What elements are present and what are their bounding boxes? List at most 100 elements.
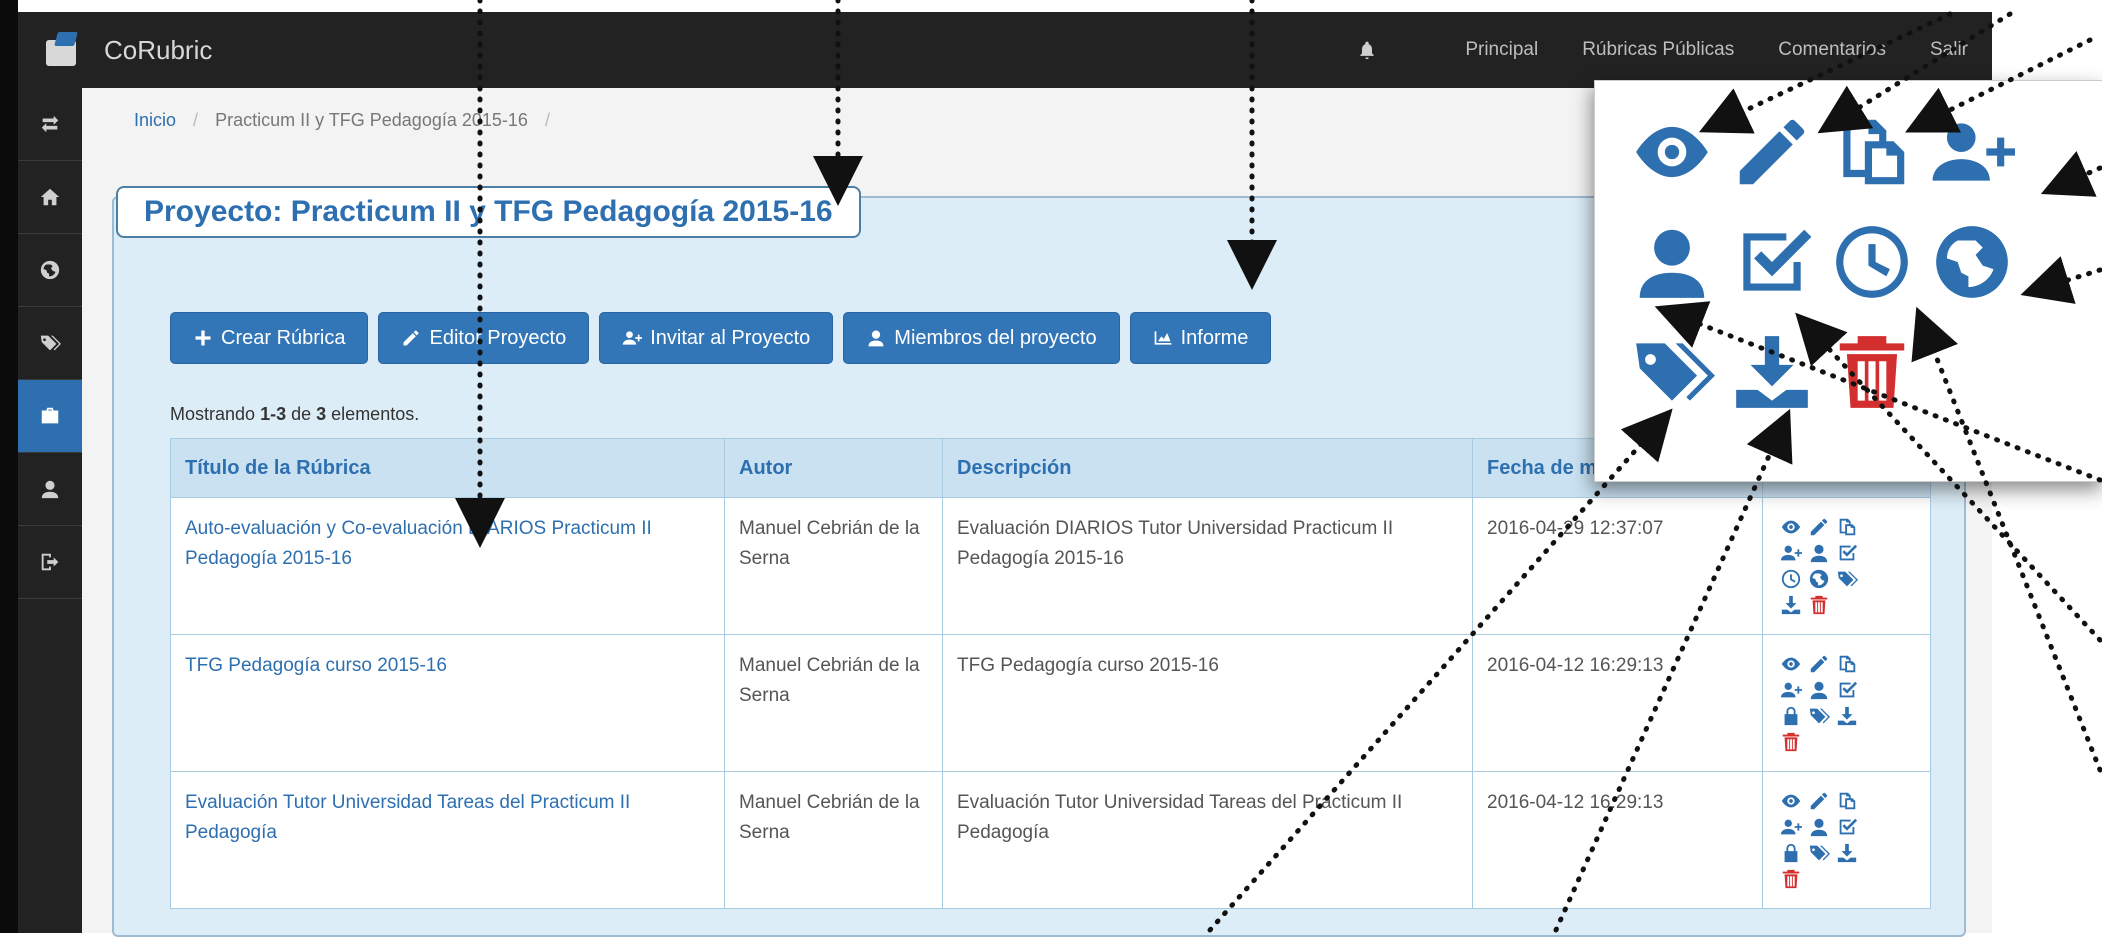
sidebar-item-user[interactable] bbox=[18, 453, 82, 526]
project-toolbar: Crear Rúbrica Editor Proyecto Invitar al… bbox=[170, 312, 1281, 364]
rubric-title[interactable]: TFG Pedagogía curso 2015-16 bbox=[170, 634, 725, 772]
rubric-author: Manuel Cebrián de la Serna bbox=[724, 771, 943, 909]
nav-link-rubricas-publicas[interactable]: Rúbricas Públicas bbox=[1582, 39, 1734, 61]
sidebar-item-tags[interactable] bbox=[18, 307, 82, 380]
rubric-author: Manuel Cebrián de la Serna bbox=[724, 497, 943, 635]
breadcrumb-home[interactable]: Inicio bbox=[134, 110, 176, 130]
trash-icon[interactable] bbox=[1808, 594, 1830, 616]
edit-project-label: Editor Proyecto bbox=[429, 326, 567, 349]
pencil-icon[interactable] bbox=[1808, 790, 1830, 812]
project-members-button[interactable]: Miembros del proyecto bbox=[843, 312, 1120, 364]
rubric-date: 2016-04-12 16:29:13 bbox=[1472, 634, 1763, 772]
user-icon bbox=[1629, 219, 1715, 305]
nav-link-salir[interactable]: Salir bbox=[1930, 39, 1968, 61]
user-icon bbox=[866, 328, 886, 348]
icon-legend-popup bbox=[1594, 80, 2102, 482]
sidebar-item-swap[interactable] bbox=[18, 88, 82, 161]
user-plus-icon[interactable] bbox=[1780, 679, 1802, 701]
copy-icon[interactable] bbox=[1836, 653, 1858, 675]
eye-icon[interactable] bbox=[1780, 790, 1802, 812]
top-navbar: CoRubric Principal Rúbricas Públicas Com… bbox=[18, 12, 1992, 88]
tags-icon[interactable] bbox=[1808, 842, 1830, 864]
report-label: Informe bbox=[1180, 326, 1249, 349]
clock-icon bbox=[1829, 219, 1915, 305]
nav-link-principal[interactable]: Principal bbox=[1465, 39, 1538, 61]
app-window: CoRubric Principal Rúbricas Públicas Com… bbox=[0, 0, 2102, 937]
check-square-icon bbox=[1729, 219, 1815, 305]
rubric-actions bbox=[1762, 634, 1931, 772]
pencil-icon bbox=[401, 328, 421, 348]
brand[interactable]: CoRubric bbox=[42, 30, 212, 70]
rubric-author: Manuel Cebrián de la Serna bbox=[724, 634, 943, 772]
download-icon[interactable] bbox=[1836, 842, 1858, 864]
logout-icon bbox=[39, 551, 61, 573]
user-plus-icon[interactable] bbox=[1780, 542, 1802, 564]
trash-icon[interactable] bbox=[1780, 868, 1802, 890]
tags-icon[interactable] bbox=[1836, 568, 1858, 590]
swap-icon bbox=[39, 113, 61, 135]
rubric-description: Evaluación Tutor Universidad Tareas del … bbox=[942, 771, 1473, 909]
bell-icon[interactable] bbox=[1357, 38, 1377, 62]
sidebar-item-home[interactable] bbox=[18, 161, 82, 234]
trash-icon[interactable] bbox=[1780, 731, 1802, 753]
check-square-icon[interactable] bbox=[1836, 679, 1858, 701]
copy-icon bbox=[1829, 109, 1915, 195]
globe-icon[interactable] bbox=[1808, 568, 1830, 590]
rubric-date: 2016-04-12 16:29:13 bbox=[1472, 771, 1763, 909]
globe-icon bbox=[39, 259, 61, 281]
area-chart-icon bbox=[1153, 328, 1173, 348]
results-summary: Mostrando 1-3 de 3 elementos. bbox=[170, 404, 420, 424]
column-header-title[interactable]: Título de la Rúbrica bbox=[170, 438, 725, 498]
clock-icon[interactable] bbox=[1780, 568, 1802, 590]
user-icon[interactable] bbox=[1808, 542, 1830, 564]
user-icon[interactable] bbox=[1808, 679, 1830, 701]
nav-link-comentarios[interactable]: Comentarios bbox=[1778, 39, 1886, 61]
column-header-description[interactable]: Descripción bbox=[942, 438, 1473, 498]
sidebar-item-globe[interactable] bbox=[18, 234, 82, 307]
table-row: Auto-evaluación y Co-evaluación DIARIOS … bbox=[170, 497, 1931, 635]
project-members-label: Miembros del proyecto bbox=[894, 326, 1097, 349]
edit-project-button[interactable]: Editor Proyecto bbox=[378, 312, 590, 364]
rubric-actions bbox=[1762, 771, 1931, 909]
sidebar-item-logout[interactable] bbox=[18, 526, 82, 599]
lock-icon[interactable] bbox=[1780, 842, 1802, 864]
eye-icon[interactable] bbox=[1780, 653, 1802, 675]
rubric-description: TFG Pedagogía curso 2015-16 bbox=[942, 634, 1473, 772]
user-icon bbox=[39, 478, 61, 500]
pencil-icon bbox=[1729, 109, 1815, 195]
tags-icon[interactable] bbox=[1808, 705, 1830, 727]
globe-icon bbox=[1929, 219, 2015, 305]
lock-icon[interactable] bbox=[1780, 705, 1802, 727]
copy-icon[interactable] bbox=[1836, 790, 1858, 812]
sidebar-item-projects[interactable] bbox=[18, 380, 82, 453]
download-icon bbox=[1729, 329, 1815, 415]
create-rubric-button[interactable]: Crear Rúbrica bbox=[170, 312, 369, 364]
rubric-title[interactable]: Auto-evaluación y Co-evaluación DIARIOS … bbox=[170, 497, 725, 635]
check-square-icon[interactable] bbox=[1836, 542, 1858, 564]
nav-right: Principal Rúbricas Públicas Comentarios … bbox=[1357, 38, 1968, 62]
trash-icon bbox=[1829, 329, 1915, 415]
tags-icon bbox=[39, 332, 61, 354]
eye-icon bbox=[1629, 109, 1715, 195]
column-header-author[interactable]: Autor bbox=[724, 438, 943, 498]
download-icon[interactable] bbox=[1836, 705, 1858, 727]
download-icon[interactable] bbox=[1780, 594, 1802, 616]
invite-project-button[interactable]: Invitar al Proyecto bbox=[599, 312, 834, 364]
outer-strip bbox=[0, 0, 18, 933]
user-plus-icon bbox=[1929, 109, 2015, 195]
create-rubric-label: Crear Rúbrica bbox=[221, 326, 346, 349]
rubric-title[interactable]: Evaluación Tutor Universidad Tareas del … bbox=[170, 771, 725, 909]
report-button[interactable]: Informe bbox=[1129, 312, 1272, 364]
page-title: Proyecto: Practicum II y TFG Pedagogía 2… bbox=[116, 186, 861, 238]
rubrics-table: Título de la Rúbrica Autor Descripción F… bbox=[170, 438, 1931, 909]
user-plus-icon bbox=[622, 328, 642, 348]
left-sidebar bbox=[18, 88, 82, 933]
copy-icon[interactable] bbox=[1836, 516, 1858, 538]
check-square-icon[interactable] bbox=[1836, 816, 1858, 838]
user-icon[interactable] bbox=[1808, 816, 1830, 838]
pencil-icon[interactable] bbox=[1808, 516, 1830, 538]
user-plus-icon[interactable] bbox=[1780, 816, 1802, 838]
eye-icon[interactable] bbox=[1780, 516, 1802, 538]
rubric-description: Evaluación DIARIOS Tutor Universidad Pra… bbox=[942, 497, 1473, 635]
pencil-icon[interactable] bbox=[1808, 653, 1830, 675]
